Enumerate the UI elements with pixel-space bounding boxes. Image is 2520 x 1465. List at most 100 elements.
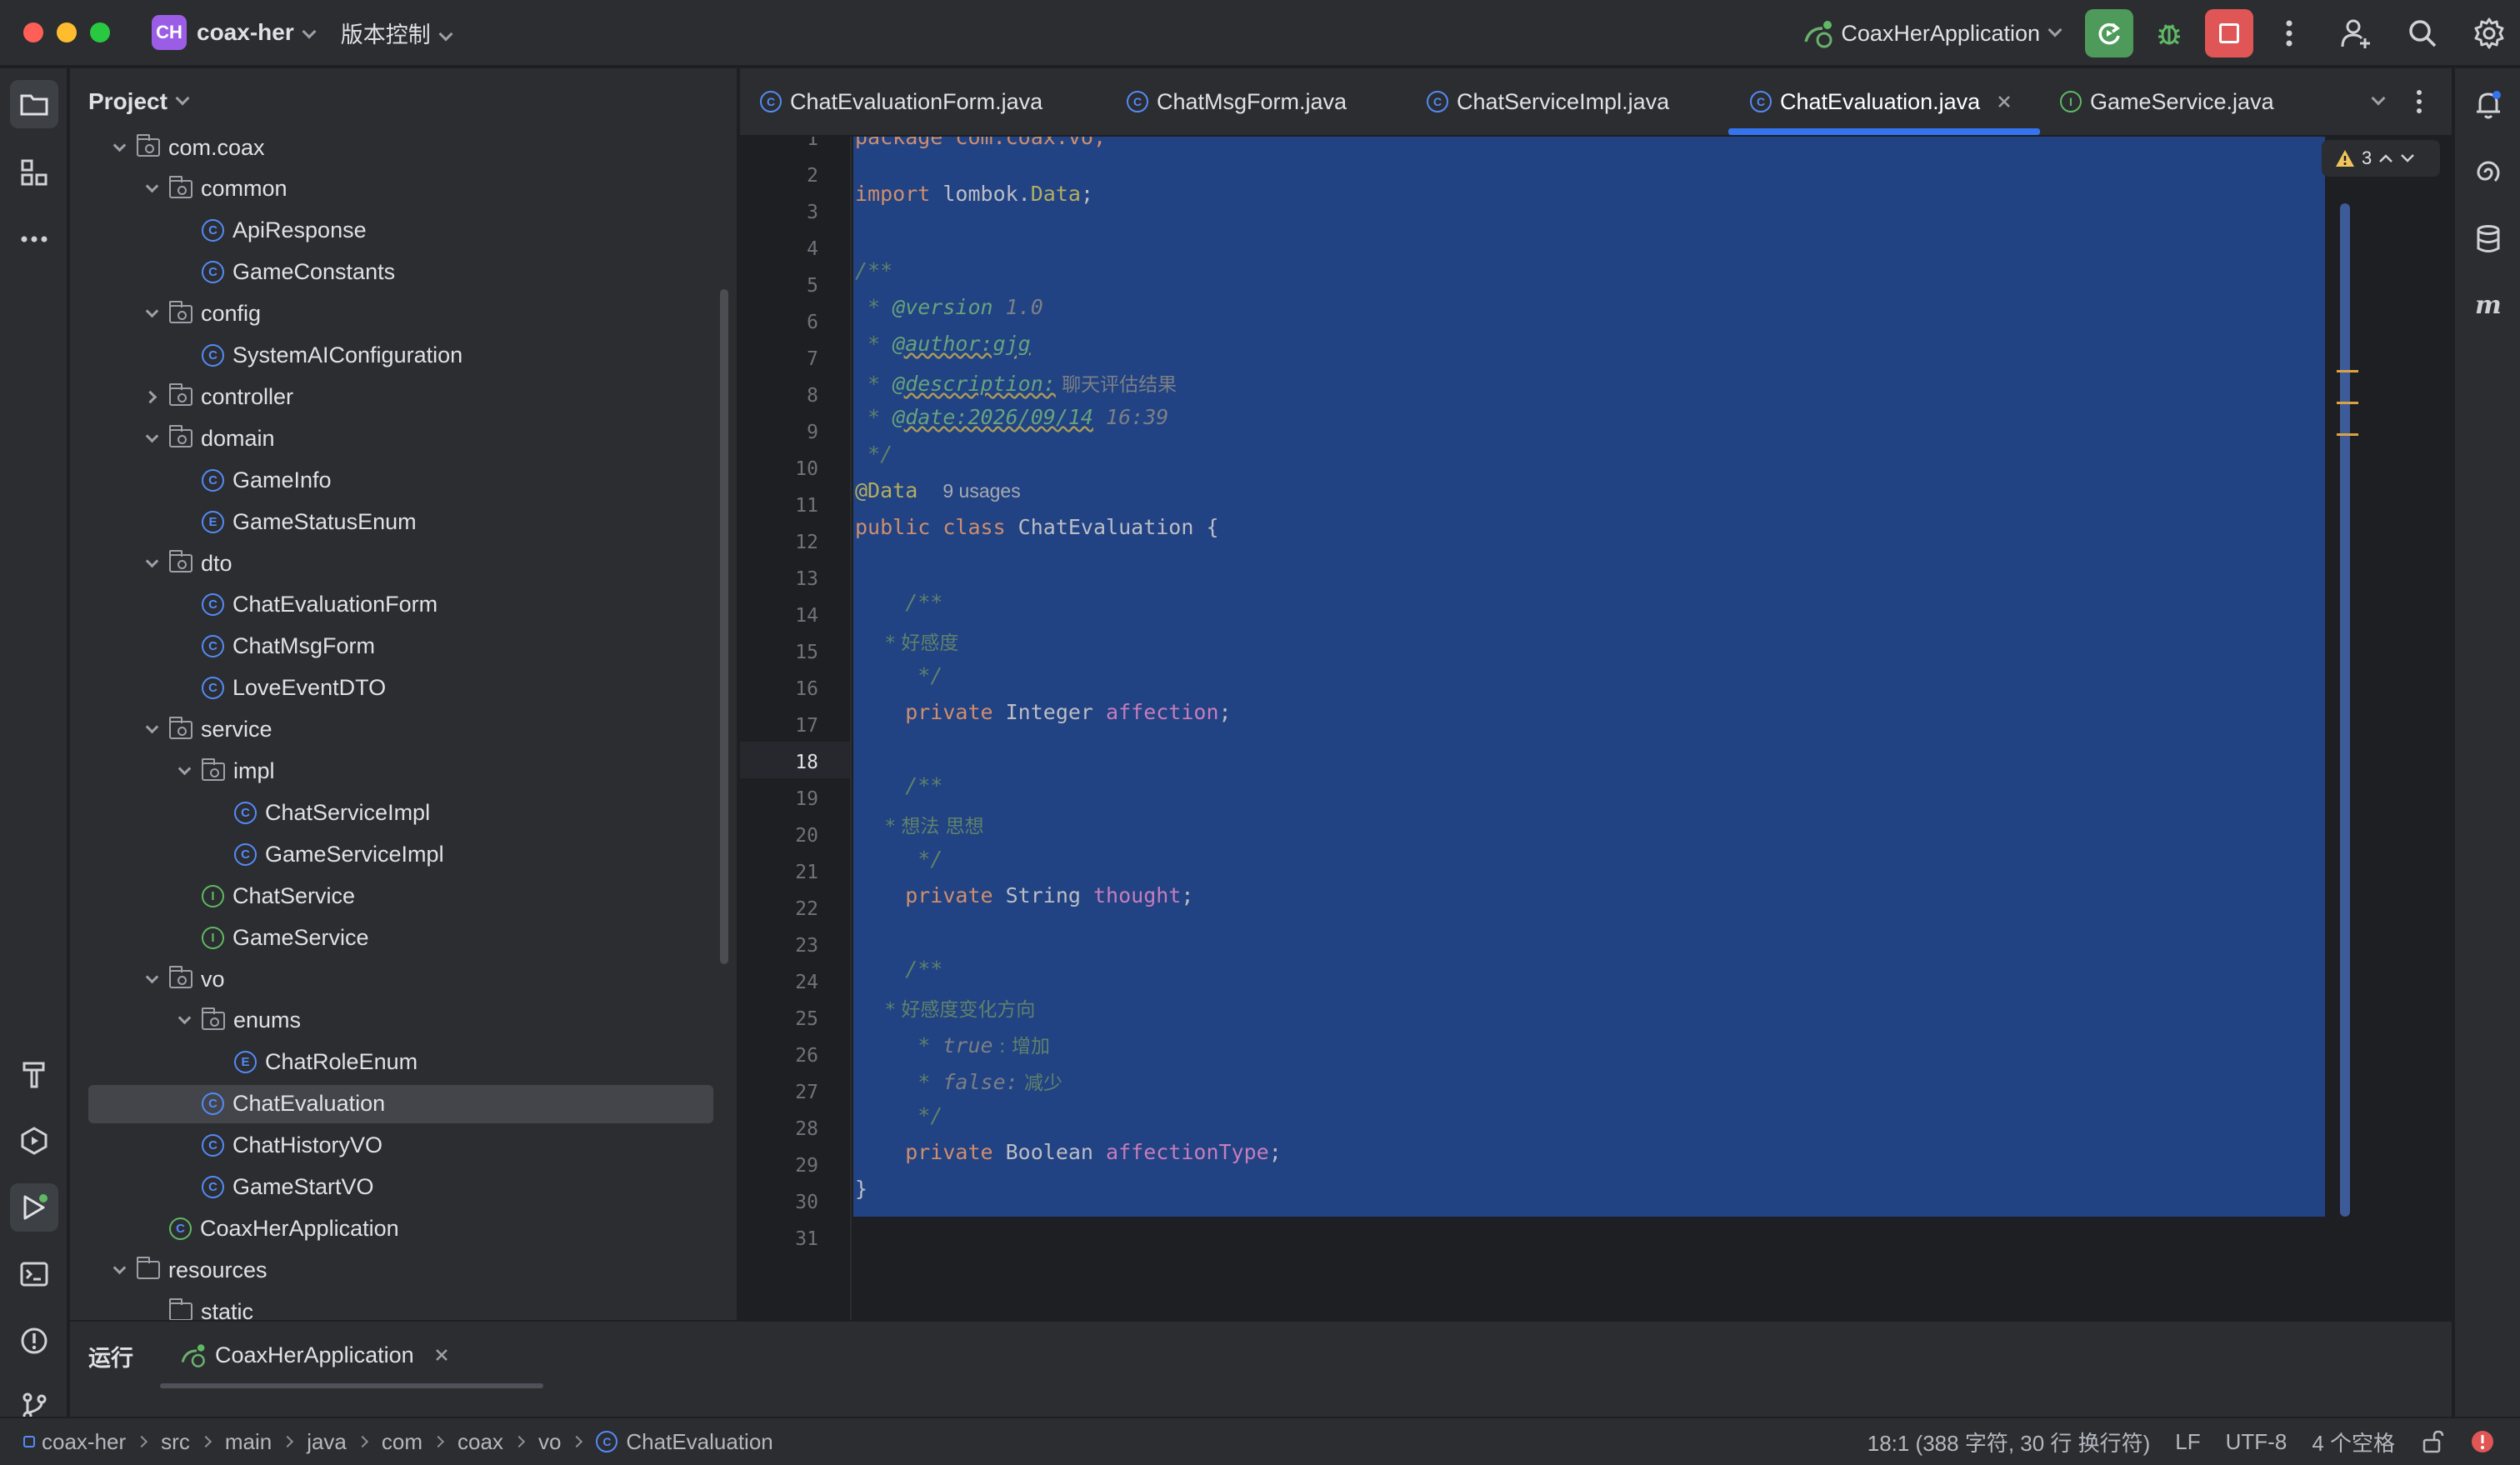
- caret-position[interactable]: 18:1 (388 字符, 30 行 换行符): [1868, 1427, 2151, 1458]
- tree-item[interactable]: enums: [175, 1002, 301, 1040]
- tree-item[interactable]: C GameConstants: [175, 253, 395, 292]
- tree-item[interactable]: C ChatHistoryVO: [175, 1127, 382, 1165]
- line-number[interactable]: 23: [795, 935, 818, 957]
- tree-item[interactable]: service: [142, 711, 272, 749]
- tree-item[interactable]: C GameStartVO: [175, 1168, 374, 1207]
- close-window-button[interactable]: [23, 22, 43, 42]
- code-with-me-button[interactable]: [2332, 9, 2380, 58]
- breadcrumb-item[interactable]: vo: [538, 1429, 561, 1455]
- vcs-menu[interactable]: 版本控制: [341, 17, 453, 49]
- more-actions-button[interactable]: [2265, 9, 2313, 58]
- line-number[interactable]: 13: [795, 568, 818, 590]
- tab-chat-evaluation-form[interactable]: C ChatEvaluationForm.java: [760, 68, 1042, 135]
- chevron-right-icon[interactable]: [142, 388, 161, 406]
- line-number[interactable]: 27: [795, 1082, 818, 1103]
- tree-item[interactable]: resources: [110, 1251, 268, 1289]
- chevron-down-icon[interactable]: [142, 720, 161, 739]
- chevron-down-icon[interactable]: [142, 970, 161, 988]
- tree-item[interactable]: domain: [142, 419, 275, 458]
- tree-item[interactable]: C ChatServiceImpl: [208, 793, 430, 832]
- run-tool-button[interactable]: [10, 1183, 58, 1232]
- line-number[interactable]: 24: [795, 972, 818, 993]
- encoding-selector[interactable]: UTF-8: [2226, 1429, 2288, 1455]
- usages-hint[interactable]: 9 usages: [942, 480, 1020, 502]
- line-number[interactable]: 15: [795, 642, 818, 663]
- line-number[interactable]: 12: [795, 532, 818, 553]
- tree-item[interactable]: controller: [142, 378, 293, 416]
- line-number-gutter[interactable]: 1 2 3 4 5 6 7 8 9 10 11 12 13 14 15 16 17 18 19 20 21 22 23 24 2…: [740, 137, 852, 1320]
- line-number[interactable]: 2: [807, 165, 818, 187]
- maven-tool-button[interactable]: m: [2464, 282, 2512, 330]
- tree-item[interactable]: C ApiResponse: [175, 212, 367, 250]
- line-number[interactable]: 22: [795, 898, 818, 920]
- close-tab-icon[interactable]: [434, 1348, 449, 1362]
- run-config-selector[interactable]: CoaxHerApplication: [1801, 17, 2062, 50]
- tab-chat-service-impl[interactable]: C ChatServiceImpl.java: [1427, 68, 1669, 135]
- chevron-down-icon[interactable]: [142, 304, 161, 323]
- unlock-icon[interactable]: [2420, 1429, 2445, 1454]
- tree-item[interactable]: C GameServiceImpl: [208, 835, 444, 873]
- chevron-up-icon[interactable]: [2378, 153, 2393, 163]
- inspection-widget[interactable]: 3: [2322, 140, 2440, 177]
- maximize-window-button[interactable]: [90, 22, 110, 42]
- more-tools-button[interactable]: [10, 215, 58, 263]
- line-number[interactable]: 4: [807, 238, 818, 260]
- terminal-tool-button[interactable]: [10, 1250, 58, 1298]
- chevron-down-icon[interactable]: [142, 429, 161, 448]
- breadcrumb-item[interactable]: src: [161, 1429, 190, 1455]
- chevron-down-icon[interactable]: [110, 138, 128, 157]
- line-number[interactable]: 10: [795, 458, 818, 480]
- line-number[interactable]: 1: [807, 137, 818, 150]
- chevron-down-icon[interactable]: [175, 762, 193, 781]
- stop-button[interactable]: [2205, 9, 2253, 58]
- indent-selector[interactable]: 4 个空格: [2312, 1427, 2395, 1458]
- line-number[interactable]: 26: [795, 1045, 818, 1067]
- error-icon[interactable]: [2470, 1429, 2495, 1454]
- search-button[interactable]: [2398, 9, 2447, 58]
- tree-item[interactable]: dto: [142, 544, 232, 582]
- line-number[interactable]: 18: [795, 752, 818, 773]
- debug-button[interactable]: [2145, 9, 2193, 58]
- tab-chat-evaluation[interactable]: C ChatEvaluation.java: [1750, 68, 2012, 135]
- breadcrumb-item[interactable]: main: [225, 1429, 272, 1455]
- breadcrumb-item[interactable]: coax: [458, 1429, 503, 1455]
- project-scrollbar[interactable]: [720, 289, 728, 964]
- breadcrumb-item[interactable]: ChatEvaluation: [626, 1429, 772, 1455]
- minimize-window-button[interactable]: [57, 22, 77, 42]
- line-number[interactable]: 6: [807, 312, 818, 333]
- project-panel-header[interactable]: Project: [70, 68, 737, 135]
- tree-item[interactable]: vo: [142, 960, 225, 998]
- structure-tool-button[interactable]: [10, 148, 58, 197]
- ai-assistant-button[interactable]: [2464, 148, 2512, 197]
- tree-item[interactable]: I GameService: [175, 918, 369, 957]
- notifications-button[interactable]: [2464, 80, 2512, 128]
- build-tool-button[interactable]: [10, 1050, 58, 1098]
- line-number[interactable]: 31: [795, 1228, 818, 1250]
- run-tab-coax-her-application[interactable]: CoaxHerApplication: [178, 1337, 449, 1373]
- line-number[interactable]: 8: [807, 385, 818, 407]
- line-number[interactable]: 16: [795, 678, 818, 700]
- project-badge[interactable]: CH: [152, 15, 187, 50]
- warning-marker[interactable]: [2337, 402, 2358, 404]
- project-tool-button[interactable]: [10, 80, 58, 128]
- line-number[interactable]: 9: [807, 422, 818, 443]
- rerun-button[interactable]: [2085, 9, 2133, 58]
- settings-button[interactable]: [2465, 9, 2513, 58]
- tree-item[interactable]: E GameStatusEnum: [175, 502, 417, 541]
- tabs-dropdown-button[interactable]: [2371, 68, 2386, 135]
- warning-marker[interactable]: [2337, 370, 2358, 372]
- line-number[interactable]: 25: [795, 1008, 818, 1030]
- tree-item[interactable]: C CoaxHerApplication: [142, 1209, 399, 1248]
- services-tool-button[interactable]: [10, 1117, 58, 1165]
- line-number[interactable]: 7: [807, 348, 818, 370]
- line-number[interactable]: 17: [795, 715, 818, 737]
- chevron-down-icon[interactable]: [175, 1012, 193, 1030]
- code-editor[interactable]: 1 2 3 4 5 6 7 8 9 10 11 12 13 14 15 16 17 18 19 20 21 22 23 24 2…: [740, 137, 2452, 1320]
- tree-item[interactable]: C ChatEvaluationForm: [175, 586, 438, 624]
- line-number[interactable]: 19: [795, 788, 818, 810]
- line-number[interactable]: 30: [795, 1192, 818, 1213]
- tree-item[interactable]: static: [142, 1292, 253, 1320]
- line-number[interactable]: 28: [795, 1118, 818, 1140]
- tree-item[interactable]: com.coax: [110, 128, 265, 167]
- tree-item[interactable]: common: [142, 170, 288, 208]
